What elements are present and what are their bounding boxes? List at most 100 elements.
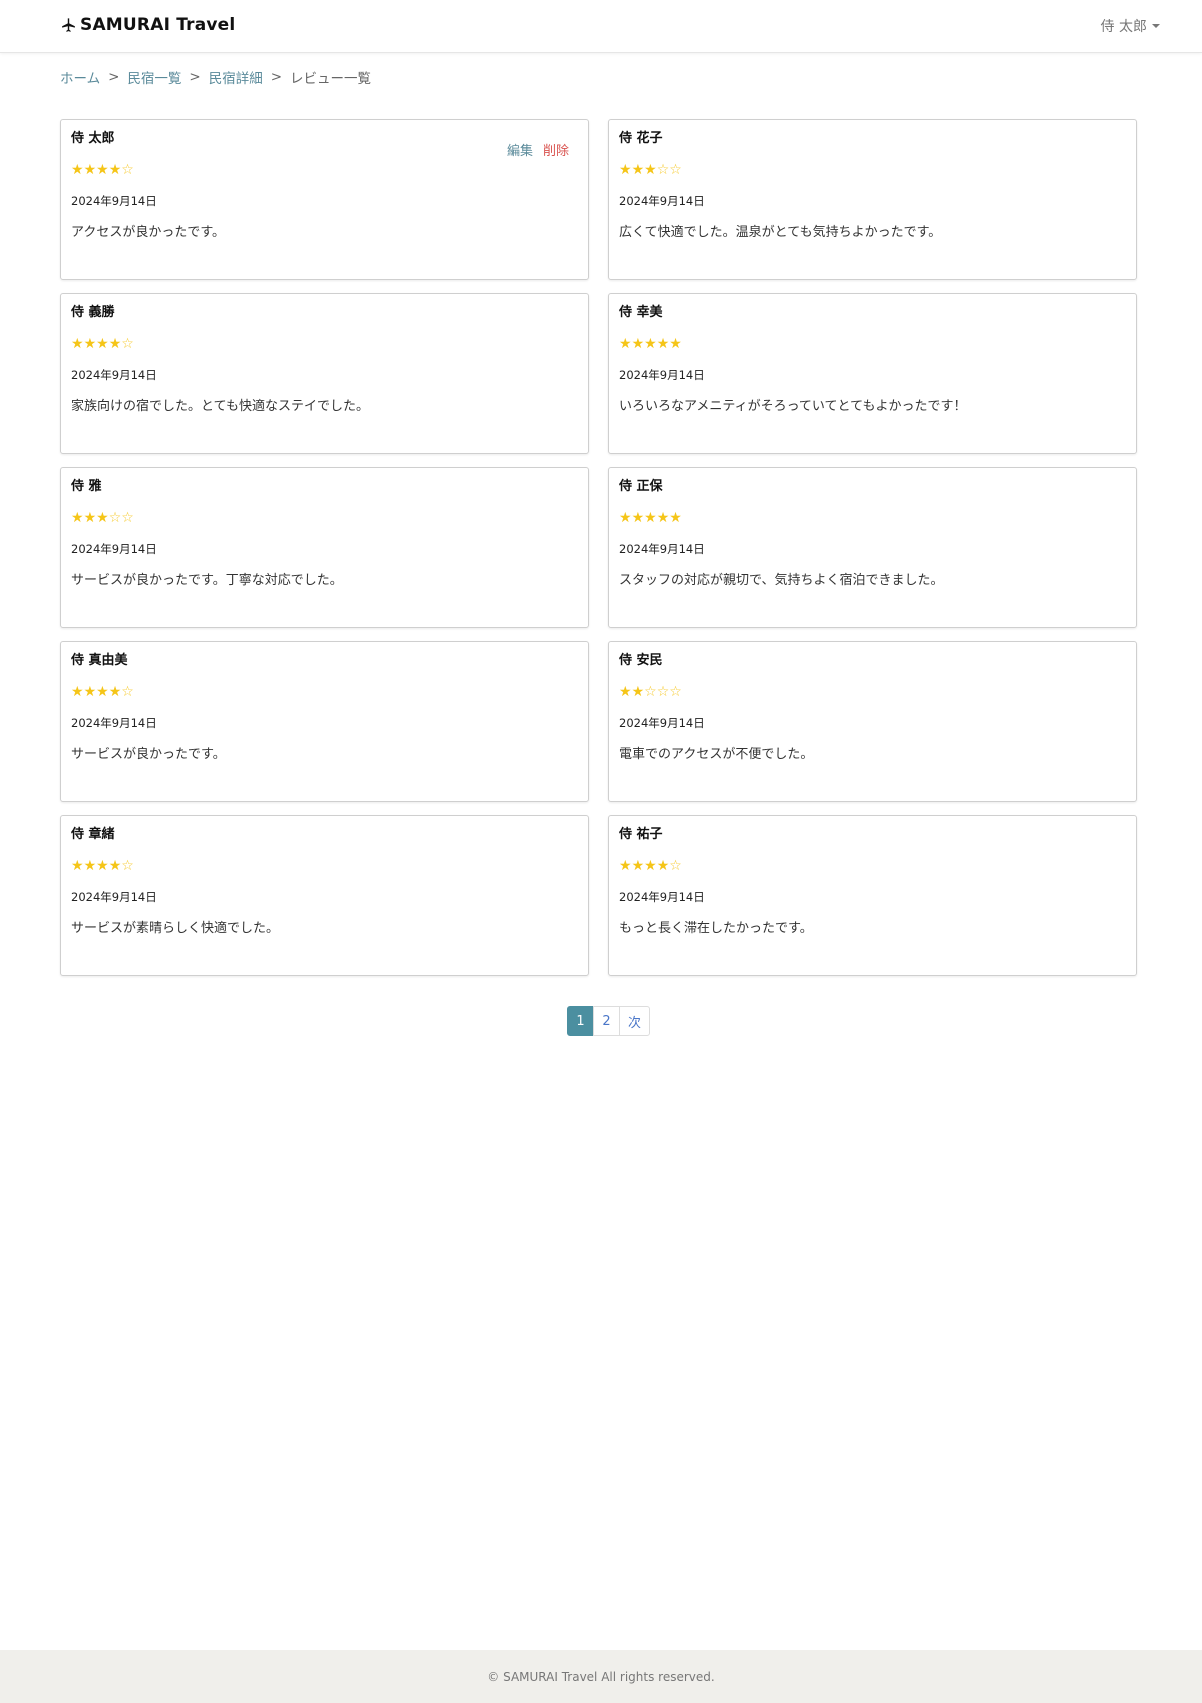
review-date: 2024年9月14日 — [71, 716, 157, 730]
reviewer-name: 侍 雅 — [71, 479, 102, 494]
page-1-button[interactable]: 1 — [567, 1006, 594, 1036]
star-rating: ★★★★☆ — [71, 684, 578, 700]
star-filled-icon: ★ — [71, 510, 84, 526]
review-comment: サービスが良かったです。 — [71, 747, 226, 762]
review-card: 侍 正保 ★★★★★ 2024年9月14日 スタッフの対応が親切で、気持ちよく宿泊でき… — [608, 467, 1137, 628]
star-filled-icon: ★ — [619, 162, 632, 178]
star-empty-icon: ☆ — [656, 162, 670, 178]
review-list: 侍 太郎 ★★★★☆ 2024年9月14日 アクセスが良かったです。 編集 削除 侍 花子 ★… — [60, 119, 1137, 976]
review-card: 侍 祐子 ★★★★☆ 2024年9月14日もっと長く滞在したかったです。 — [608, 815, 1137, 976]
star-filled-icon: ★ — [96, 510, 109, 526]
review-date: 2024年9月14日 — [619, 368, 705, 382]
star-filled-icon: ★ — [108, 858, 122, 874]
star-empty-icon: ☆ — [669, 162, 682, 178]
star-empty-icon: ☆ — [121, 162, 134, 178]
review-comment: 家族向けの宿でした。とても快適なステイでした。 — [71, 399, 369, 414]
review-date: 2024年9月14日 — [619, 542, 705, 556]
star-filled-icon: ★ — [656, 858, 670, 874]
top-navbar: SAMURAI Travel 侍 太郎 — [0, 0, 1202, 53]
review-card: 侍 章緒 ★★★★☆ 2024年9月14日 サービスが素晴らしく快適でした。 — [60, 815, 589, 976]
airplane-icon — [62, 17, 75, 32]
reviewer-name: 侍 花子 — [619, 131, 663, 146]
review-card: 侍 太郎 ★★★★☆ 2024年9月14日 アクセスが良かったです。 編集 削除 — [60, 119, 589, 280]
breadcrumb-separator: > — [189, 69, 201, 85]
review-comment: 電車でのアクセスが不便でした。 — [619, 747, 814, 762]
next-page-button[interactable]: 次 — [619, 1006, 651, 1036]
star-empty-icon: ☆ — [644, 684, 657, 700]
star-empty-icon: ☆ — [121, 510, 134, 526]
star-filled-icon: ★ — [71, 684, 84, 700]
user-name: 侍 太郎 — [1100, 19, 1147, 35]
star-filled-icon: ★ — [631, 858, 645, 874]
reviewer-name: 侍 章緒 — [71, 827, 115, 842]
breadcrumb: ホーム > 民宿一覧 > 民宿詳細 > レビュー一覧 — [60, 67, 371, 87]
star-rating: ★★★☆☆ — [619, 162, 1126, 178]
reviewer-name: 侍 祐子 — [619, 827, 663, 842]
user-dropdown-toggle[interactable]: 侍 太郎 — [1101, 16, 1160, 36]
review-date: 2024年9月14日 — [619, 890, 705, 904]
star-filled-icon: ★ — [71, 336, 84, 352]
breadcrumb-separator: > — [108, 69, 120, 85]
page-2-button[interactable]: 2 — [593, 1006, 620, 1036]
star-rating: ★★★★☆ — [71, 162, 578, 178]
star-filled-icon: ★ — [656, 336, 670, 352]
review-actions: 編集 削除 — [497, 140, 569, 159]
star-empty-icon: ☆ — [121, 684, 134, 700]
star-filled-icon: ★ — [108, 336, 122, 352]
star-filled-icon: ★ — [619, 684, 632, 700]
star-filled-icon: ★ — [108, 684, 122, 700]
reviewer-name: 侍 義勝 — [71, 305, 115, 320]
star-filled-icon: ★ — [96, 858, 109, 874]
edit-review-link[interactable]: 編集 — [507, 144, 533, 159]
star-filled-icon: ★ — [669, 510, 682, 526]
pagination: 1 2 次 — [567, 1006, 651, 1036]
review-date: 2024年9月14日 — [71, 368, 157, 382]
star-filled-icon: ★ — [83, 684, 97, 700]
star-rating: ★★★☆☆ — [71, 510, 578, 526]
star-empty-icon: ☆ — [121, 858, 134, 874]
breadcrumb-inn-list[interactable]: 民宿一覧 — [127, 67, 181, 87]
breadcrumb-home[interactable]: ホーム — [60, 67, 100, 87]
star-filled-icon: ★ — [644, 858, 657, 874]
star-filled-icon: ★ — [83, 162, 97, 178]
review-card: 侍 幸美 ★★★★★ 2024年9月14日 いろいろなアメニティがそろっていてとてもよ… — [608, 293, 1137, 454]
star-filled-icon: ★ — [83, 858, 97, 874]
review-date: 2024年9月14日 — [71, 542, 157, 556]
star-filled-icon: ★ — [644, 336, 657, 352]
star-filled-icon: ★ — [71, 858, 84, 874]
review-comment: 広くて快適でした。温泉がとても気持ちよかったです。 — [619, 225, 942, 240]
star-empty-icon: ☆ — [656, 684, 670, 700]
review-date: 2024年9月14日 — [619, 716, 705, 730]
star-filled-icon: ★ — [631, 684, 645, 700]
brand-name: SAMURAI Travel — [80, 15, 236, 35]
star-empty-icon: ☆ — [108, 510, 122, 526]
reviewer-name: 侍 安民 — [619, 653, 663, 668]
star-filled-icon: ★ — [108, 162, 122, 178]
star-filled-icon: ★ — [644, 162, 657, 178]
star-rating: ★★★★☆ — [619, 858, 1126, 874]
star-filled-icon: ★ — [631, 162, 645, 178]
review-card: 侍 義勝 ★★★★☆ 2024年9月14日 家族向けの宿でした。とても快適なステイでし… — [60, 293, 589, 454]
review-date: 2024年9月14日 — [619, 194, 705, 208]
brand-logo-link[interactable]: SAMURAI Travel — [60, 13, 235, 37]
star-filled-icon: ★ — [656, 510, 670, 526]
star-filled-icon: ★ — [83, 336, 97, 352]
review-comment: サービスが素晴らしく快適でした。 — [71, 921, 280, 936]
star-rating: ★★★★★ — [619, 336, 1126, 352]
star-filled-icon: ★ — [83, 510, 97, 526]
copyright-text: © SAMURAI Travel All rights reserved. — [487, 1669, 715, 1684]
review-comment: もっと長く滞在したかったです。 — [619, 921, 813, 936]
star-filled-icon: ★ — [619, 858, 632, 874]
breadcrumb-separator: > — [270, 69, 283, 85]
star-empty-icon: ☆ — [121, 336, 134, 352]
review-card: 侍 花子 ★★★☆☆ 2024年9月14日 広くて快適でした。温泉がとても気持ちよかっ… — [608, 119, 1137, 280]
star-filled-icon: ★ — [96, 684, 109, 700]
star-filled-icon: ★ — [96, 162, 109, 178]
review-card: 侍 安民 ★★☆☆☆ 2024年9月14日 電車でのアクセスが不便でした。 — [608, 641, 1137, 802]
review-comment: サービスが良かったです。丁寧な対応でした。 — [71, 573, 343, 588]
star-filled-icon: ★ — [644, 510, 657, 526]
reviewer-name: 侍 真由美 — [71, 653, 128, 668]
review-date: 2024年9月14日 — [71, 890, 157, 904]
delete-review-link[interactable]: 削除 — [543, 144, 569, 159]
breadcrumb-inn-detail[interactable]: 民宿詳細 — [209, 67, 263, 87]
